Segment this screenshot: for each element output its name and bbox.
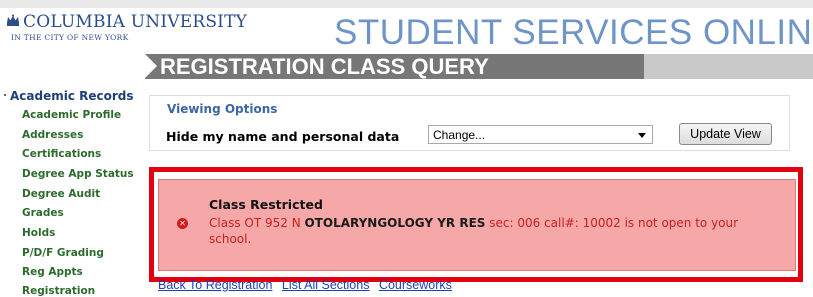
update-view-button[interactable]: Update View (679, 123, 772, 145)
sidebar-nav: Academic Records Academic Profile Addres… (0, 88, 145, 297)
error-alert-message: Class OT 952 N OTOLARYNGOLOGY YR RES sec… (209, 215, 784, 247)
sidebar-item-pdf-grading[interactable]: P/D/F Grading (22, 247, 104, 259)
sidebar-section-academic-records[interactable]: Academic Records (10, 89, 134, 103)
sidebar-item-degree-audit[interactable]: Degree Audit (22, 188, 100, 200)
error-highlight-frame: ✕ Class Restricted Class OT 952 N OTOLAR… (149, 167, 803, 282)
hide-data-select[interactable]: Change... (428, 125, 653, 144)
page-title: REGISTRATION CLASS QUERY (160, 54, 489, 79)
university-name: COLUMBIA UNIVERSITY (23, 12, 248, 32)
error-msg-course: OTOLARYNGOLOGY YR RES (304, 216, 486, 230)
sidebar-item-holds[interactable]: Holds (22, 227, 55, 239)
page-title-bar: REGISTRATION CLASS QUERY (145, 54, 813, 79)
error-circle-x-icon: ✕ (177, 218, 188, 229)
viewing-options-panel: Viewing Options Hide my name and persona… (149, 95, 790, 151)
bullet-icon (4, 94, 6, 96)
error-alert: ✕ Class Restricted Class OT 952 N OTOLAR… (158, 179, 796, 271)
sidebar-item-registration[interactable]: Registration (22, 285, 95, 297)
sidebar-item-grades[interactable]: Grades (22, 207, 64, 219)
error-msg-prefix: Class OT 952 N (209, 216, 305, 230)
back-to-registration-link[interactable]: Back To Registration (158, 278, 272, 292)
sidebar-item-reg-appts[interactable]: Reg Appts (22, 266, 83, 278)
sidebar-item-certifications[interactable]: Certifications (22, 148, 101, 160)
chevron-down-icon (638, 133, 646, 138)
crown-icon (7, 14, 19, 26)
error-alert-title: Class Restricted (209, 197, 323, 212)
sidebar-item-addresses[interactable]: Addresses (22, 129, 83, 141)
chevron-right-icon (145, 54, 157, 78)
hide-data-select-value: Change... (433, 128, 486, 142)
courseworks-link[interactable]: Courseworks (379, 278, 452, 292)
sidebar-item-academic-profile[interactable]: Academic Profile (22, 109, 121, 121)
sidebar-item-degree-app-status[interactable]: Degree App Status (22, 168, 134, 180)
bottom-links: Back To Registration List All Sections C… (158, 278, 458, 292)
university-tagline: IN THE CITY OF NEW YORK (11, 33, 129, 42)
hide-personal-data-label: Hide my name and personal data (166, 129, 400, 144)
top-strip (0, 0, 813, 8)
viewing-options-heading: Viewing Options (167, 102, 278, 116)
site-title: STUDENT SERVICES ONLINE (334, 13, 813, 52)
list-all-sections-link[interactable]: List All Sections (282, 278, 370, 292)
title-bar-accent (644, 54, 813, 79)
